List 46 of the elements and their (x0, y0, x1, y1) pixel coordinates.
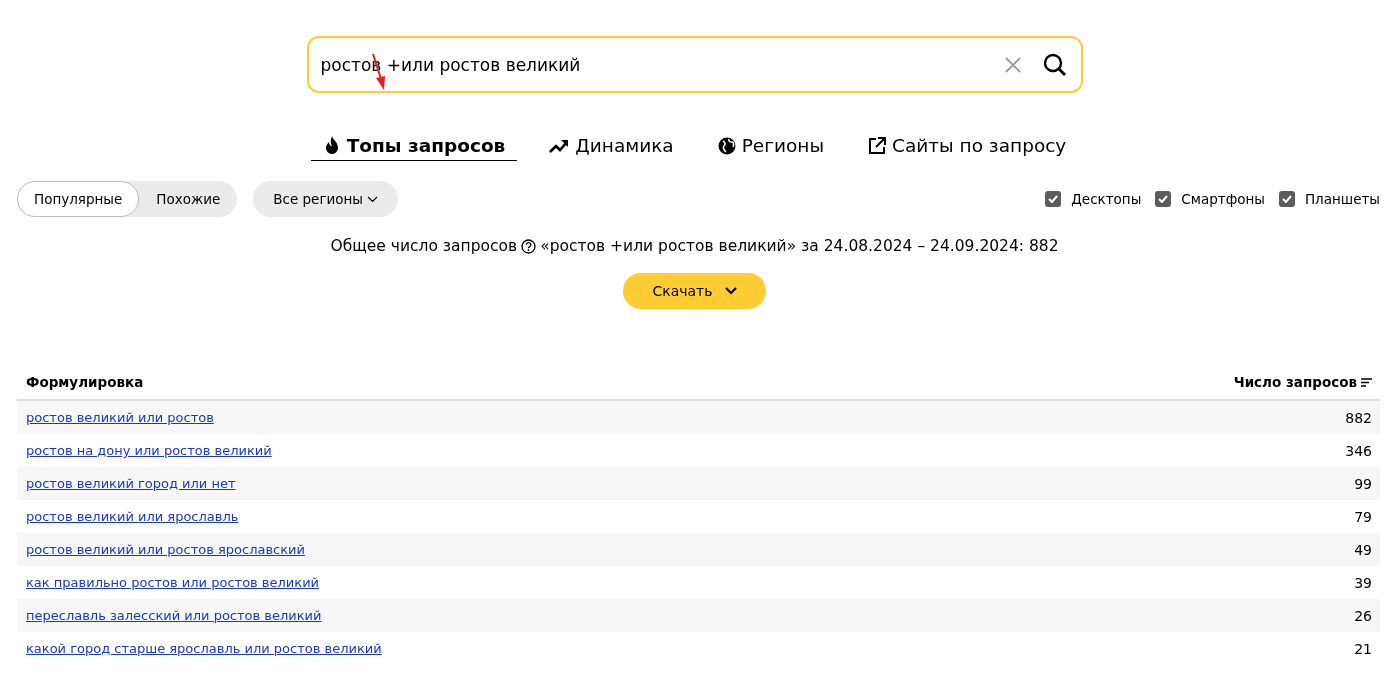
tab[interactable]: Топы запросов (310, 133, 518, 161)
column-header[interactable]: Число запросов (1233, 374, 1357, 390)
count-cell: 49 (1354, 541, 1372, 558)
segment-option[interactable]: Популярные (17, 181, 140, 217)
search-icon[interactable] (1042, 52, 1067, 77)
checkbox-label[interactable]: Десктопы (1071, 191, 1142, 207)
phrase-link[interactable]: ростов великий город или нет (26, 476, 236, 491)
count-cell: 79 (1354, 508, 1372, 525)
checkbox[interactable] (1155, 191, 1172, 207)
phrase-link[interactable]: как правильно ростов или ростов великий (26, 575, 320, 590)
chevron-down-icon (367, 195, 379, 203)
count-cell: 21 (1354, 640, 1372, 657)
phrase-link[interactable]: ростов на дону или ростов великий (26, 443, 272, 458)
help-icon[interactable] (521, 238, 537, 254)
count-cell: 882 (1345, 409, 1372, 426)
chevron-down-icon (724, 287, 737, 295)
count-cell: 99 (1354, 475, 1372, 492)
checkbox[interactable] (1278, 191, 1295, 207)
count-cell: 26 (1354, 607, 1372, 624)
region-dropdown[interactable]: Все регионы (253, 181, 399, 217)
tab[interactable]: Сайты по запросу (856, 133, 1079, 161)
checkmark-icon (1158, 195, 1169, 203)
phrase-link[interactable]: какой город старше ярославль или ростов великий (26, 641, 382, 656)
phrase-link[interactable]: ростов великий или ростов ярославский (26, 542, 305, 557)
trend-arrow-icon (549, 137, 570, 154)
phrase-link[interactable]: ростов великий или ростов (26, 410, 214, 425)
checkmark-icon (1048, 195, 1059, 203)
phrase-link[interactable]: переславль залесский или ростов великий (26, 608, 322, 623)
count-cell: 346 (1345, 442, 1372, 459)
summary-text: «ростов +или ростов великий» за 24.08.2024 – 24.09.2024: 882 (540, 237, 1059, 255)
globe-icon (717, 136, 736, 155)
external-link-icon (868, 136, 887, 155)
download-button[interactable]: Скачать (623, 273, 766, 309)
tab[interactable]: Динамика (537, 133, 686, 161)
segment-option[interactable]: Похожие (139, 181, 238, 217)
checkbox[interactable] (1045, 191, 1062, 207)
close-icon[interactable] (1004, 56, 1021, 73)
phrase-link[interactable]: ростов великий или ярославль (26, 509, 239, 524)
checkbox-label[interactable]: Планшеты (1304, 191, 1380, 207)
sort-icon[interactable] (1361, 377, 1372, 387)
column-header: Формулировка (26, 374, 144, 390)
summary-label: Общее число запросов (330, 237, 518, 255)
count-cell: 39 (1354, 574, 1372, 591)
checkmark-icon (1281, 195, 1292, 203)
tab[interactable]: Регионы (705, 133, 837, 161)
checkbox-label[interactable]: Смартфоны (1181, 191, 1265, 207)
